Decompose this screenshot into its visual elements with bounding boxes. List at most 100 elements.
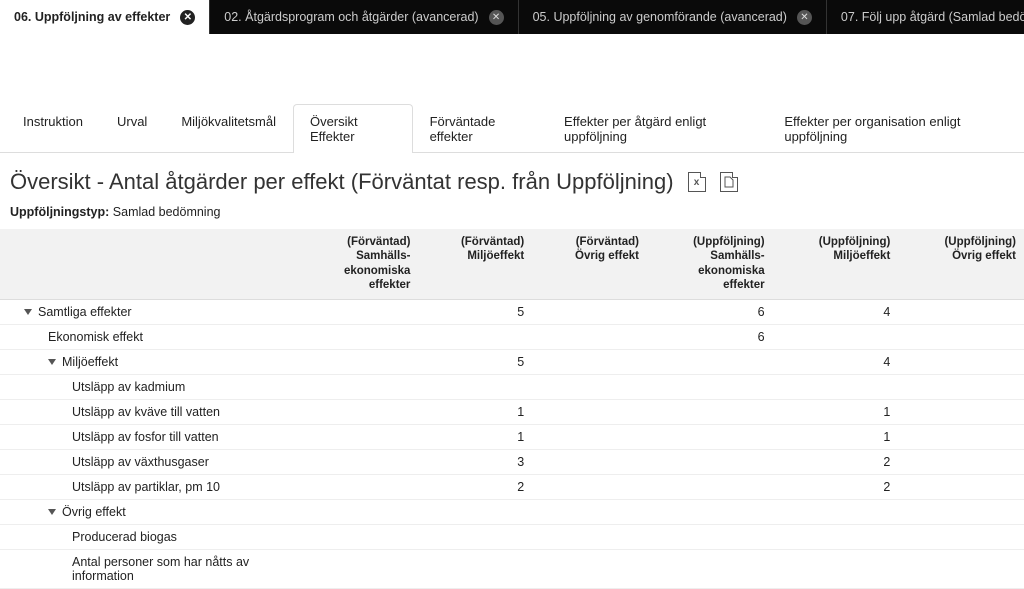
cell: 4 — [773, 349, 899, 374]
sub-tab-2[interactable]: Miljökvalitetsmål — [164, 104, 293, 153]
row-label-text: Utsläpp av växthusgaser — [72, 455, 209, 469]
cell — [532, 299, 647, 324]
cell — [300, 524, 418, 549]
expand-icon[interactable] — [24, 309, 32, 315]
sub-tab-1[interactable]: Urval — [100, 104, 164, 153]
top-tab-2[interactable]: 05. Uppföljning av genomförande (avancer… — [519, 0, 827, 34]
row-label-text: Samtliga effekter — [38, 305, 132, 319]
top-tab-1[interactable]: 02. Åtgärdsprogram och åtgärder (avancer… — [210, 0, 518, 34]
cell — [898, 324, 1024, 349]
cell: 6 — [647, 299, 773, 324]
table-row: Producerad biogas — [0, 524, 1024, 549]
effects-table: (Förväntad)Samhälls-ekonomiskaeffekter(F… — [0, 229, 1024, 589]
close-icon[interactable]: ✕ — [489, 10, 504, 25]
top-tab-label: 05. Uppföljning av genomförande (avancer… — [533, 10, 787, 24]
row-label-text: Övrig effekt — [62, 505, 126, 519]
cell — [532, 474, 647, 499]
top-tab-3[interactable]: 07. Följ upp åtgärd (Samlad bedömning)✕ — [827, 0, 1024, 34]
row-label[interactable]: Miljöeffekt — [0, 349, 300, 374]
table-row: Utsläpp av växthusgaser 3 2 — [0, 449, 1024, 474]
cell — [300, 449, 418, 474]
expand-icon[interactable] — [48, 359, 56, 365]
cell — [647, 524, 773, 549]
cell — [898, 424, 1024, 449]
col-header-2[interactable]: (Förväntad)Miljöeffekt — [418, 229, 532, 299]
excel-glyph: x — [694, 177, 700, 188]
meta-label: Uppföljningstyp: — [10, 205, 109, 219]
col-header-6[interactable]: (Uppföljning)Övrig effekt — [898, 229, 1024, 299]
row-label: Utsläpp av växthusgaser — [0, 449, 300, 474]
table-row: Antal personer som har nåtts av informat… — [0, 549, 1024, 588]
expand-icon[interactable] — [48, 509, 56, 515]
row-label-text: Producerad biogas — [72, 530, 177, 544]
cell — [773, 549, 899, 588]
cell — [898, 549, 1024, 588]
export-excel-icon[interactable]: x — [688, 172, 706, 192]
cell: 2 — [773, 449, 899, 474]
sub-tab-bar: InstruktionUrvalMiljökvalitetsmålÖversik… — [0, 104, 1024, 153]
cell — [300, 349, 418, 374]
cell — [532, 549, 647, 588]
cell — [300, 549, 418, 588]
row-label: Utsläpp av fosfor till vatten — [0, 424, 300, 449]
page-title: Översikt - Antal åtgärder per effekt (Fö… — [10, 169, 674, 195]
close-icon[interactable]: ✕ — [180, 10, 195, 25]
row-label-text: Utsläpp av kadmium — [72, 380, 185, 394]
cell — [647, 424, 773, 449]
row-label-text: Ekonomisk effekt — [48, 330, 143, 344]
cell — [532, 324, 647, 349]
row-label: Producerad biogas — [0, 524, 300, 549]
cell — [898, 474, 1024, 499]
export-pdf-icon[interactable] — [720, 172, 738, 192]
cell — [647, 374, 773, 399]
cell: 2 — [418, 474, 532, 499]
cell — [647, 549, 773, 588]
table-row: Utsläpp av kadmium — [0, 374, 1024, 399]
cell: 1 — [418, 424, 532, 449]
cell — [898, 399, 1024, 424]
row-label[interactable]: Övrig effekt — [0, 499, 300, 524]
table-row: Övrig effekt — [0, 499, 1024, 524]
cell — [898, 449, 1024, 474]
col-header-5[interactable]: (Uppföljning)Miljöeffekt — [773, 229, 899, 299]
top-tab-0[interactable]: 06. Uppföljning av effekter✕ — [0, 0, 210, 34]
sub-tab-6[interactable]: Effekter per organisation enligt uppfölj… — [767, 104, 1018, 153]
cell: 5 — [418, 349, 532, 374]
row-label: Ekonomisk effekt — [0, 324, 300, 349]
cell — [532, 524, 647, 549]
cell — [898, 299, 1024, 324]
cell — [532, 449, 647, 474]
col-header-0[interactable] — [0, 229, 300, 299]
top-tab-label: 07. Följ upp åtgärd (Samlad bedömning) — [841, 10, 1024, 24]
meta-line: Uppföljningstyp: Samlad bedömning — [10, 205, 1014, 219]
cell — [418, 324, 532, 349]
cell — [647, 349, 773, 374]
cell — [532, 374, 647, 399]
cell — [773, 524, 899, 549]
sub-tab-4[interactable]: Förväntade effekter — [413, 104, 547, 153]
row-label[interactable]: Samtliga effekter — [0, 299, 300, 324]
table-row: Samtliga effekter564 — [0, 299, 1024, 324]
col-header-4[interactable]: (Uppföljning)Samhälls-ekonomiskaeffekter — [647, 229, 773, 299]
row-label: Antal personer som har nåtts av informat… — [0, 549, 300, 588]
cell — [418, 499, 532, 524]
table-row: Miljöeffekt 5 4 — [0, 349, 1024, 374]
row-label-text: Utsläpp av fosfor till vatten — [72, 430, 219, 444]
col-header-1[interactable]: (Förväntad)Samhälls-ekonomiskaeffekter — [300, 229, 418, 299]
sub-tab-0[interactable]: Instruktion — [6, 104, 100, 153]
cell — [300, 474, 418, 499]
cell: 1 — [773, 399, 899, 424]
cell — [647, 399, 773, 424]
cell — [898, 349, 1024, 374]
cell: 1 — [773, 424, 899, 449]
cell: 5 — [418, 299, 532, 324]
sub-tab-5[interactable]: Effekter per åtgärd enligt uppföljning — [547, 104, 767, 153]
cell — [418, 549, 532, 588]
cell — [532, 499, 647, 524]
cell: 3 — [418, 449, 532, 474]
row-label-text: Miljöeffekt — [62, 355, 118, 369]
close-icon[interactable]: ✕ — [797, 10, 812, 25]
sub-tab-3[interactable]: Översikt Effekter — [293, 104, 413, 153]
col-header-3[interactable]: (Förväntad)Övrig effekt — [532, 229, 647, 299]
cell — [532, 424, 647, 449]
